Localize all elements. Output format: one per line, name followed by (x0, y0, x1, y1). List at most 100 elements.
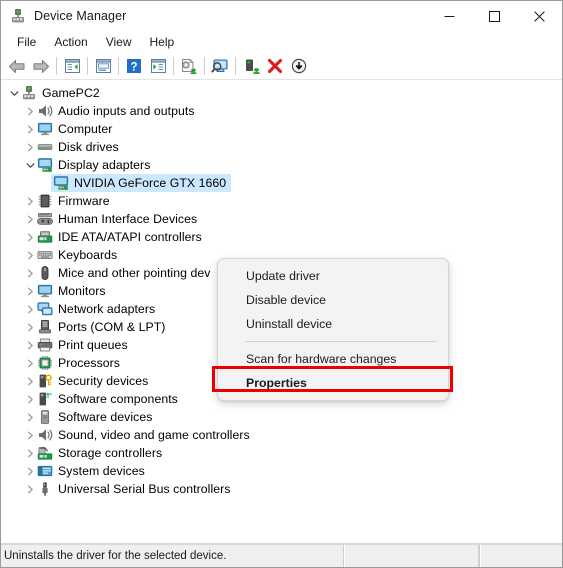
tree-item[interactable]: Software devices (1, 408, 562, 426)
tree-item-label: Universal Serial Bus controllers (58, 482, 231, 496)
scan-for-hardware-changes-icon[interactable] (208, 54, 232, 78)
svg-text:?: ? (130, 61, 137, 73)
context-menu-item-disable-device[interactable]: Disable device (218, 288, 448, 312)
properties-icon[interactable] (91, 54, 115, 78)
storage-controller-icon (37, 445, 53, 461)
tree-item[interactable]: IDE ATA/ATAPI controllers (1, 228, 562, 246)
menu-bar: File Action View Help (1, 31, 562, 53)
tree-item-label: Display adapters (58, 158, 151, 172)
update-driver-icon[interactable] (177, 54, 201, 78)
maximize-button[interactable] (472, 1, 517, 31)
toolbar-separator-2 (87, 57, 88, 75)
system-device-icon (37, 463, 53, 479)
show-hide-console-tree-icon[interactable] (60, 54, 84, 78)
help-icon[interactable]: ? (122, 54, 146, 78)
enable-device-icon[interactable] (239, 54, 263, 78)
tree-item[interactable]: Audio inputs and outputs (1, 102, 562, 120)
chevron-right-icon[interactable] (23, 300, 37, 318)
toolbar-separator-6 (235, 57, 236, 75)
disable-device-icon[interactable] (287, 54, 311, 78)
tree-item-label: Keyboards (58, 248, 118, 262)
uninstall-device-icon[interactable] (263, 54, 287, 78)
toolbar-separator-4 (173, 57, 174, 75)
toolbar-separator-1 (56, 57, 57, 75)
context-menu-item-properties[interactable]: Properties (218, 371, 448, 395)
context-menu-separator (245, 341, 436, 342)
minimize-button[interactable] (427, 1, 472, 31)
device-tree-panel[interactable]: GamePC2 Audio inputs and outputs Computer D… (1, 80, 562, 544)
tree-item-selected[interactable]: NVIDIA GeForce GTX 1660 (1, 174, 562, 192)
speaker-icon (37, 103, 53, 119)
menu-help[interactable]: Help (141, 33, 184, 52)
chevron-right-icon[interactable] (23, 102, 37, 120)
forward-arrow-icon[interactable] (29, 54, 53, 78)
chevron-right-icon[interactable] (23, 246, 37, 264)
display-adapter-icon (53, 175, 69, 191)
context-menu-item-update-driver[interactable]: Update driver (218, 264, 448, 288)
printer-icon (37, 337, 53, 353)
tree-item[interactable]: GamePC2 (1, 84, 562, 102)
tree-item-label: Mice and other pointing dev (58, 266, 211, 280)
chevron-right-icon[interactable] (23, 120, 37, 138)
chevron-right-icon[interactable] (23, 336, 37, 354)
display-adapter-icon (37, 157, 53, 173)
ide-controller-icon (37, 229, 53, 245)
window-controls (427, 1, 562, 31)
back-arrow-icon[interactable] (5, 54, 29, 78)
monitor-icon (37, 283, 53, 299)
chevron-right-icon[interactable] (23, 390, 37, 408)
tree-item-label: Computer (58, 122, 113, 136)
chevron-right-icon[interactable] (23, 318, 37, 336)
tree-item-label: System devices (58, 464, 145, 478)
chevron-right-icon[interactable] (23, 192, 37, 210)
chevron-right-icon[interactable] (23, 372, 37, 390)
firmware-chip-icon (37, 193, 53, 209)
chevron-right-icon[interactable] (23, 228, 37, 246)
menu-view[interactable]: View (97, 33, 141, 52)
tree-item-label: Firmware (58, 194, 110, 208)
chevron-right-icon[interactable] (23, 444, 37, 462)
chevron-right-icon[interactable] (23, 282, 37, 300)
chevron-right-icon[interactable] (23, 462, 37, 480)
security-key-icon (37, 373, 53, 389)
tree-item[interactable]: Universal Serial Bus controllers (1, 480, 562, 498)
toolbar-separator-3 (118, 57, 119, 75)
status-bar: Uninstalls the driver for the selected d… (1, 544, 562, 567)
chevron-right-icon[interactable] (23, 480, 37, 498)
tree-item-label: Storage controllers (58, 446, 163, 460)
tree-item-label: IDE ATA/ATAPI controllers (58, 230, 202, 244)
menu-action[interactable]: Action (45, 33, 96, 52)
chevron-right-icon[interactable] (23, 426, 37, 444)
tree-item[interactable]: Display adapters (1, 156, 562, 174)
show-hide-action-pane-icon[interactable] (146, 54, 170, 78)
menu-file[interactable]: File (8, 33, 45, 52)
tree-item[interactable]: Computer (1, 120, 562, 138)
tree-item[interactable]: Storage controllers (1, 444, 562, 462)
network-adapter-icon (37, 301, 53, 317)
tree-item-label: Human Interface Devices (58, 212, 198, 226)
chevron-right-icon[interactable] (23, 354, 37, 372)
chevron-right-icon[interactable] (23, 138, 37, 156)
processor-icon (37, 355, 53, 371)
disk-drive-icon (37, 139, 53, 155)
close-button[interactable] (517, 1, 562, 31)
tree-item-label: Software devices (58, 410, 153, 424)
tree-item[interactable]: Firmware (1, 192, 562, 210)
software-component-icon (37, 391, 53, 407)
tree-item-label: NVIDIA GeForce GTX 1660 (74, 176, 227, 190)
mouse-icon (37, 265, 53, 281)
context-menu-item-uninstall-device[interactable]: Uninstall device (218, 312, 448, 336)
chevron-right-icon[interactable] (23, 210, 37, 228)
chevron-down-icon[interactable] (7, 84, 21, 102)
chevron-down-icon[interactable] (23, 156, 37, 174)
context-menu-item-scan-for-hardware-changes[interactable]: Scan for hardware changes (218, 347, 448, 371)
port-icon (37, 319, 53, 335)
device-manager-window: Device Manager File Action View Help ? G… (0, 0, 563, 568)
chevron-right-icon[interactable] (23, 408, 37, 426)
tree-item[interactable]: System devices (1, 462, 562, 480)
tree-item[interactable]: Human Interface Devices (1, 210, 562, 228)
chevron-right-icon[interactable] (23, 264, 37, 282)
tree-item[interactable]: Sound, video and game controllers (1, 426, 562, 444)
title-bar: Device Manager (1, 1, 562, 31)
tree-item[interactable]: Disk drives (1, 138, 562, 156)
